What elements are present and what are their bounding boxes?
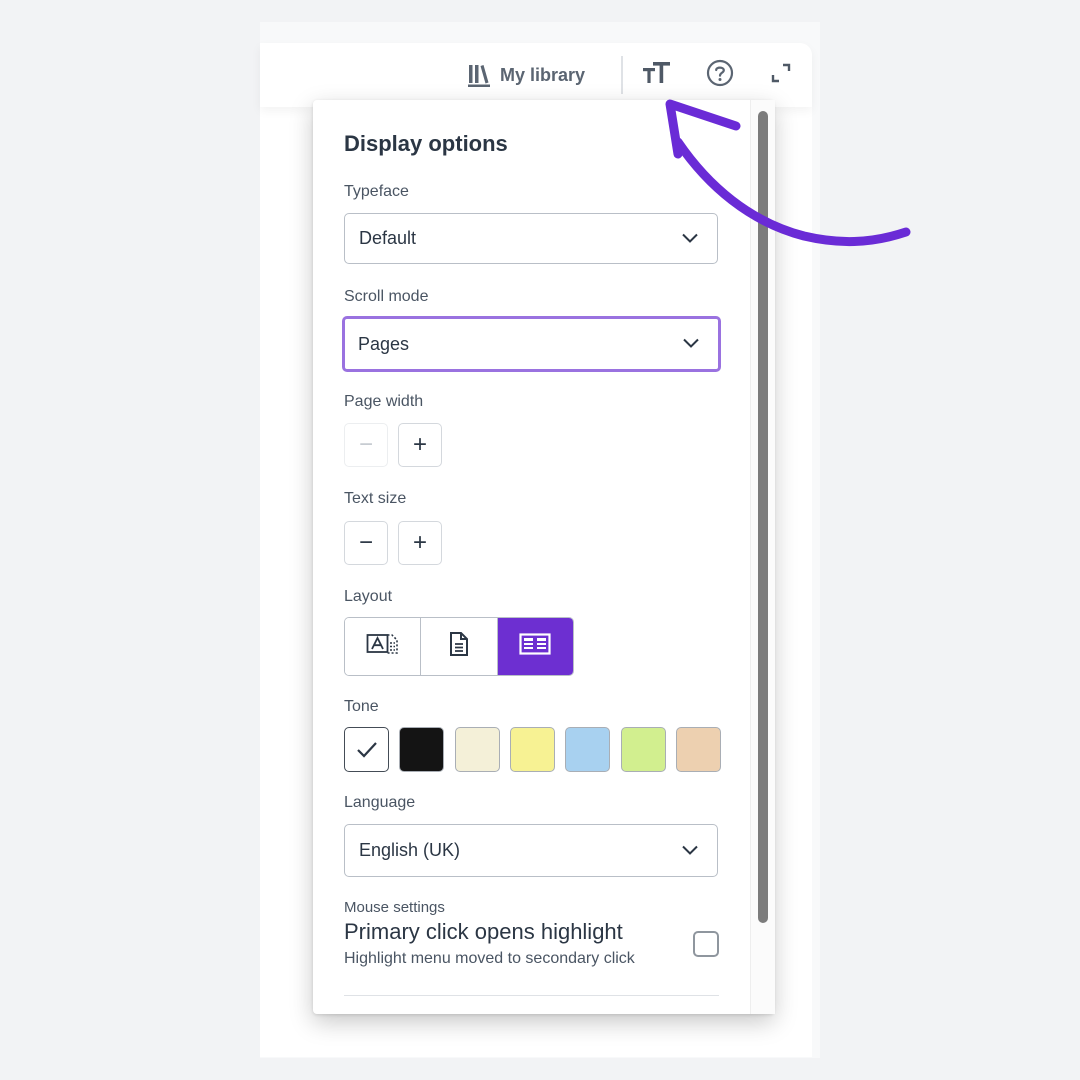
primary-click-checkbox[interactable] bbox=[693, 931, 719, 957]
language-value: English (UK) bbox=[359, 840, 461, 860]
scroll-mode-label: Scroll mode bbox=[344, 288, 429, 305]
language-select[interactable]: English (UK) bbox=[344, 824, 718, 877]
typeface-value: Default bbox=[359, 228, 417, 248]
tone-swatch[interactable] bbox=[565, 727, 610, 772]
panel-scrollbar-thumb[interactable] bbox=[758, 111, 768, 923]
toolbar-divider bbox=[621, 56, 623, 94]
chevron-down-icon bbox=[681, 228, 699, 249]
my-library-button[interactable]: My library bbox=[466, 58, 585, 92]
text-size-increase-button[interactable]: + bbox=[398, 521, 442, 565]
scroll-mode-select[interactable]: Pages bbox=[342, 316, 721, 372]
expand-button[interactable] bbox=[761, 56, 801, 94]
layout-option-document[interactable] bbox=[420, 618, 497, 675]
panel-title: Display options bbox=[344, 131, 508, 156]
help-button[interactable] bbox=[700, 56, 740, 94]
text-size-icon bbox=[642, 60, 672, 91]
tone-swatch[interactable] bbox=[676, 727, 721, 772]
text-size-label: Text size bbox=[344, 490, 407, 507]
tone-swatch[interactable] bbox=[510, 727, 555, 772]
typeface-select[interactable]: Default bbox=[344, 213, 718, 264]
text-size-button[interactable] bbox=[637, 56, 677, 94]
tone-swatch[interactable] bbox=[344, 727, 389, 772]
checkmark-icon bbox=[356, 741, 377, 758]
tone-swatch[interactable] bbox=[399, 727, 444, 772]
expand-icon bbox=[770, 62, 792, 89]
layout-option-translate[interactable] bbox=[345, 618, 421, 675]
my-library-label: My library bbox=[500, 64, 586, 85]
typeface-label: Typeface bbox=[344, 183, 409, 200]
mouse-settings-label: Mouse settings bbox=[344, 899, 445, 916]
layout-option-columns[interactable] bbox=[496, 618, 573, 675]
scroll-mode-value: Pages bbox=[358, 333, 410, 354]
page-width-label: Page width bbox=[344, 393, 424, 410]
section-divider bbox=[344, 995, 719, 996]
page-width-increase-button[interactable]: + bbox=[398, 423, 442, 467]
layout-segmented-control bbox=[344, 617, 574, 676]
chevron-down-icon bbox=[682, 334, 700, 355]
layout-label: Layout bbox=[344, 588, 393, 605]
chevron-down-icon bbox=[681, 840, 699, 861]
text-size-decrease-button[interactable]: − bbox=[344, 521, 388, 565]
primary-click-setting-title: Primary click opens highlight bbox=[344, 919, 623, 944]
library-icon bbox=[466, 62, 492, 88]
language-label: Language bbox=[344, 794, 416, 811]
page-width-decrease-button[interactable]: − bbox=[344, 423, 388, 467]
translate-layout-icon bbox=[366, 632, 400, 661]
tone-swatch[interactable] bbox=[455, 727, 500, 772]
help-icon bbox=[706, 59, 734, 92]
columns-layout-icon bbox=[519, 632, 551, 661]
primary-click-setting-subtitle: Highlight menu moved to secondary click bbox=[344, 950, 635, 967]
document-layout-icon bbox=[448, 631, 470, 662]
tone-label: Tone bbox=[344, 698, 379, 715]
tone-swatch[interactable] bbox=[621, 727, 666, 772]
